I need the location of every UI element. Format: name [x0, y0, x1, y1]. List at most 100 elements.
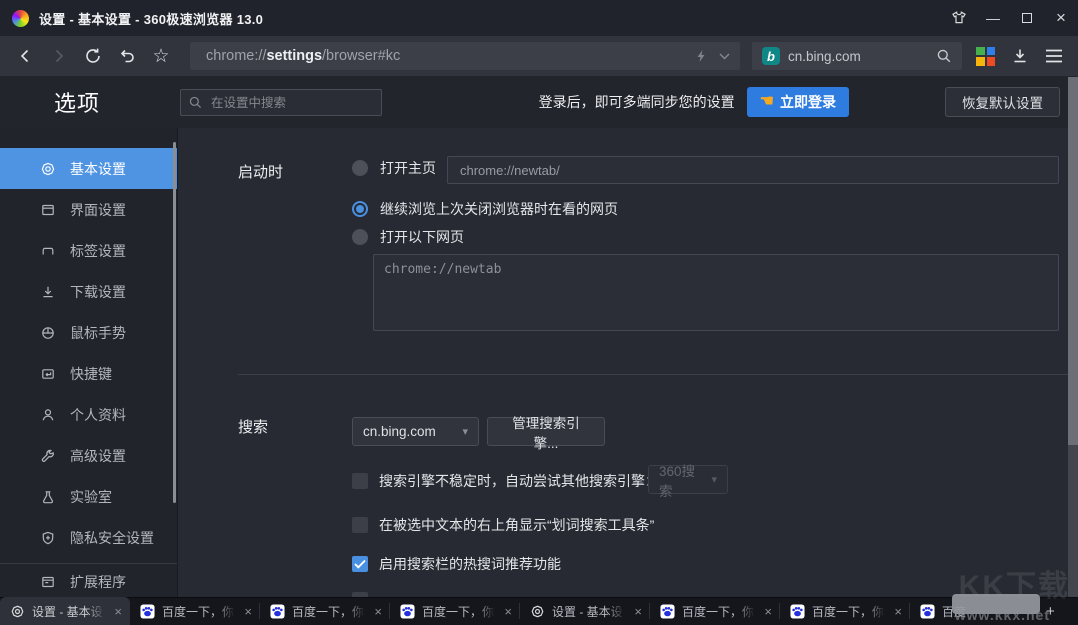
sidebar-item-label: 高级设置	[70, 446, 126, 466]
startup-pages-textarea[interactable]: chrome://newtab	[373, 254, 1059, 331]
checkbox-row-fallback-engine: 搜索引擎不稳定时，自动尝试其他搜索引擎：	[352, 471, 659, 491]
browser-logo-icon	[12, 10, 29, 27]
page-scrollbar-thumb[interactable]	[1068, 77, 1078, 445]
sidebar-item-extensions[interactable]: 扩展程序	[0, 566, 177, 597]
radio-label: 继续浏览上次关闭浏览器时在看的网页	[380, 199, 618, 219]
page-scrollbar-track[interactable]	[1068, 77, 1078, 597]
toolbar-search-box[interactable]: b cn.bing.com	[752, 42, 962, 70]
baidu-paw-icon	[140, 604, 155, 619]
page-title: 选项	[54, 86, 100, 118]
sidebar-item-label: 标签设置	[70, 241, 126, 261]
sidebar-item-labs[interactable]: 实验室	[0, 476, 177, 517]
sidebar-item-shortcuts[interactable]: 快捷键	[0, 353, 177, 394]
tab-baidu[interactable]: 百度一下，你 ×	[390, 597, 520, 625]
section-divider	[238, 374, 1068, 375]
extension-icon	[40, 574, 56, 590]
sidebar-item-label: 隐私安全设置	[70, 528, 154, 548]
checkbox-label: 搜索引擎不稳定时，自动尝试其他搜索引擎：	[379, 471, 659, 491]
tab-close-icon[interactable]: ×	[372, 604, 384, 619]
browser-toolbar: ☆ chrome://settings/browser#kc b cn.bing…	[0, 36, 1078, 76]
radio-label: 打开以下网页	[380, 227, 464, 247]
radio-continue-browsing[interactable]	[352, 201, 368, 217]
checkbox-row-selection-toolbar: 在被选中文本的右上角显示“划词搜索工具条”	[352, 515, 654, 535]
window-title: 设置 - 基本设置 - 360极速浏览器 13.0	[39, 9, 263, 28]
sidebar-item-profile[interactable]: 个人资料	[0, 394, 177, 435]
radio-open-homepage[interactable]	[352, 160, 368, 176]
tab-title: 百度一下，你	[422, 603, 495, 620]
tab-close-icon[interactable]: ×	[502, 604, 514, 619]
sidebar-scrollbar-thumb[interactable]	[173, 142, 176, 503]
settings-header: 选项 登录后，即可多端同步您的设置 ☚ 立即登录 恢复默认设置	[0, 76, 1078, 128]
close-button[interactable]: ×	[1044, 0, 1078, 36]
fallback-engine-selected: 360搜索	[659, 460, 703, 500]
sidebar-item-download-settings[interactable]: 下载设置	[0, 271, 177, 312]
window-titlebar: 设置 - 基本设置 - 360极速浏览器 13.0 — ×	[0, 0, 1078, 36]
sidebar-item-interface-settings[interactable]: 界面设置	[0, 189, 177, 230]
sidebar-item-label: 下载设置	[70, 282, 126, 302]
search-engine-selected: cn.bing.com	[363, 424, 436, 439]
sidebar-item-label: 鼠标手势	[70, 323, 126, 343]
tab-baidu[interactable]: 百度一下，你 ×	[260, 597, 390, 625]
settings-search-input[interactable]	[180, 89, 382, 116]
startup-option-open-pages: 打开以下网页	[352, 227, 464, 247]
downloads-icon[interactable]	[1011, 47, 1029, 65]
back-button[interactable]	[10, 41, 40, 71]
settings-gear-icon	[530, 604, 545, 619]
pointing-hand-icon: ☚	[760, 94, 774, 110]
checkbox-hot-search[interactable]	[352, 556, 368, 572]
sidebar-item-privacy-security[interactable]: 隐私安全设置	[0, 517, 177, 558]
sidebar-item-mouse-gestures[interactable]: 鼠标手势	[0, 312, 177, 353]
minimize-button[interactable]: —	[976, 0, 1010, 36]
startup-option-homepage: 打开主页	[352, 158, 436, 178]
manage-search-engines-button[interactable]: 管理搜索引擎...	[487, 417, 605, 446]
radio-open-pages[interactable]	[352, 229, 368, 245]
tab-baidu[interactable]: 百度	[910, 597, 1040, 625]
sidebar-item-basic-settings[interactable]: 基本设置	[0, 148, 177, 189]
favorite-star-icon[interactable]: ☆	[146, 41, 176, 71]
checkbox-selection-toolbar[interactable]	[352, 517, 368, 533]
tab-settings[interactable]: 设置 - 基本设 ×	[520, 597, 650, 625]
baidu-paw-icon	[400, 604, 415, 619]
baidu-paw-icon	[790, 604, 805, 619]
refresh-button[interactable]	[78, 41, 108, 71]
tab-close-icon[interactable]: ×	[632, 604, 644, 619]
recently-closed-button[interactable]	[112, 41, 142, 71]
sidebar-item-advanced-settings[interactable]: 高级设置	[0, 435, 177, 476]
tab-close-icon[interactable]: ×	[112, 604, 124, 619]
lightning-icon[interactable]	[695, 49, 707, 63]
homepage-url-input[interactable]	[447, 156, 1059, 184]
radio-label: 打开主页	[380, 158, 436, 178]
login-now-button[interactable]: ☚ 立即登录	[747, 87, 849, 117]
app-grid-icon[interactable]	[976, 47, 995, 66]
sidebar-item-label: 扩展程序	[70, 572, 126, 592]
maximize-button[interactable]	[1010, 0, 1044, 36]
sidebar-item-label: 实验室	[70, 487, 112, 507]
chevron-down-icon: ▾	[711, 473, 717, 486]
checkbox-label: 启用搜索栏的热搜词推荐功能	[379, 554, 561, 574]
tab-baidu[interactable]: 百度一下，你 ×	[130, 597, 260, 625]
tab-title: 百度一下，你	[682, 603, 755, 620]
menu-hamburger-icon[interactable]	[1045, 49, 1063, 63]
search-magnifier-icon[interactable]	[936, 48, 952, 64]
flask-icon	[40, 489, 56, 505]
tab-baidu[interactable]: 百度一下，你 ×	[650, 597, 780, 625]
checkbox-fallback-engine[interactable]	[352, 473, 368, 489]
tab-settings[interactable]: 设置 - 基本设 ×	[0, 597, 130, 625]
tab-close-icon[interactable]: ×	[762, 604, 774, 619]
search-section-label: 搜索	[238, 416, 268, 437]
sidebar-item-label: 快捷键	[70, 364, 112, 384]
theme-skin-icon[interactable]	[942, 0, 976, 36]
address-dropdown-chevron-icon[interactable]	[719, 53, 730, 60]
new-tab-button[interactable]: +	[1046, 604, 1055, 619]
search-engine-dropdown[interactable]: cn.bing.com ▾	[352, 417, 479, 446]
address-bar[interactable]: chrome://settings/browser#kc	[190, 42, 740, 70]
restore-defaults-button[interactable]: 恢复默认设置	[945, 87, 1060, 117]
tab-close-icon[interactable]: ×	[242, 604, 254, 619]
wrench-icon	[40, 448, 56, 464]
baidu-paw-icon	[660, 604, 675, 619]
tab-baidu[interactable]: 百度一下，你 ×	[780, 597, 910, 625]
tab-title: 设置 - 基本设	[552, 603, 625, 620]
sidebar-item-tab-settings[interactable]: 标签设置	[0, 230, 177, 271]
forward-button[interactable]	[44, 41, 74, 71]
tab-close-icon[interactable]: ×	[892, 604, 904, 619]
